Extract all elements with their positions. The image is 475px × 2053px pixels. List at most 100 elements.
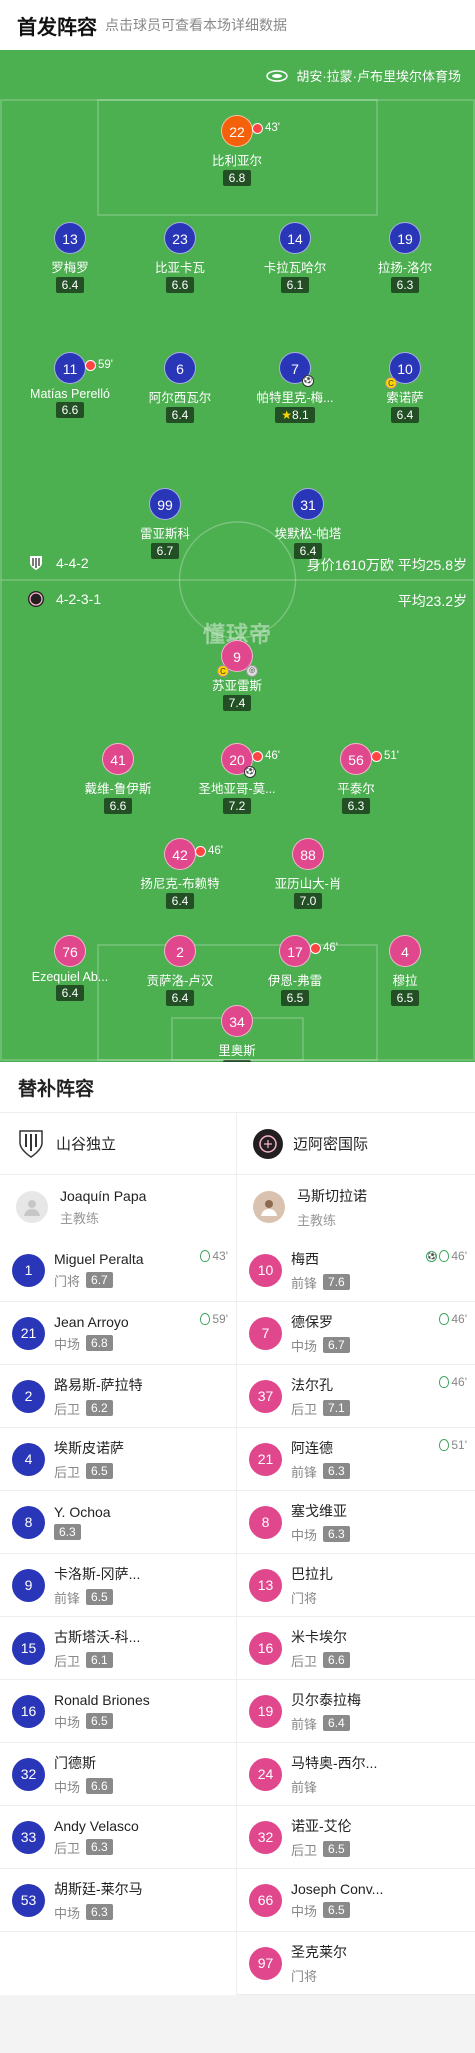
bench-player-row[interactable]: 8 塞戈维亚 中场 6.3	[237, 1491, 475, 1554]
player-name: 伊恩-弗雷	[267, 974, 323, 988]
bench-player-row[interactable]: 7 德保罗 中场 6.7 46'	[237, 1302, 475, 1365]
sub-in-indicator: 59'	[200, 1312, 228, 1326]
away-bench-team[interactable]: 迈阿密国际	[237, 1113, 475, 1175]
player-away[interactable]: 4 穆拉 6.5	[350, 935, 460, 1007]
player-name: 雷亚斯科	[139, 527, 190, 541]
bench-player-row[interactable]: 33 Andy Velasco 后卫 6.3	[0, 1806, 236, 1869]
away-formation: 4-2-3-1	[56, 591, 102, 607]
bench-player-row[interactable]: 37 法尔孔 后卫 7.1 46'	[237, 1365, 475, 1428]
bench-player-row[interactable]: 2 路易斯-萨拉特 后卫 6.2	[0, 1365, 236, 1428]
player-name: 梅西	[291, 1250, 319, 1267]
bench-player-row[interactable]: 53 胡斯廷-莱尔马 中场 6.3	[0, 1869, 236, 1932]
player-number: 42 46'	[164, 838, 223, 870]
player-rating: 6.8	[86, 1335, 113, 1351]
player-home[interactable]: 19 拉扬-洛尔 6.3	[350, 222, 460, 294]
player-home[interactable]: 22 43' 比利亚尔 6.8	[182, 115, 292, 187]
pitch: 胡安·拉蒙·卢布里埃尔体育场 懂球帝 4-4-2 身价1610万欧 平均25.8…	[0, 50, 475, 1062]
sub-out-icon	[252, 122, 263, 134]
bench-player-row[interactable]: 16 Ronald Briones 中场 6.5	[0, 1680, 236, 1743]
home-bench-team[interactable]: 山谷独立	[0, 1113, 236, 1175]
bench-player-row[interactable]: 9 卡洛斯-冈萨... 前锋 6.5	[0, 1554, 236, 1617]
player-home[interactable]: 7 ⚽ 帕特里克-梅... ★8.1	[240, 352, 350, 424]
player-meta: 后卫 6.2	[54, 1399, 143, 1418]
home-coach[interactable]: Joaquín Papa 主教练	[0, 1175, 236, 1239]
sub-time: 46'	[451, 1249, 467, 1263]
player-info: 马特奥-西尔... 前锋	[291, 1753, 377, 1796]
player-info: 卡洛斯-冈萨... 前锋 6.5	[54, 1564, 140, 1607]
player-home[interactable]: 23 比亚卡瓦 6.6	[125, 222, 235, 294]
bench-player-row[interactable]: 24 马特奥-西尔... 前锋	[237, 1743, 475, 1806]
bench-player-row[interactable]: 13 巴拉扎 门将	[237, 1554, 475, 1617]
player-away[interactable]: 41 戴维-鲁伊斯 6.6	[63, 743, 173, 815]
player-away[interactable]: 42 46' 扬尼克-布赖特 6.4	[125, 838, 235, 910]
away-bench: 迈阿密国际 马斯切拉诺 主教练 10 梅西 前锋 7.6 ⚽ 46' 7 德保罗 中场 6.7 46…	[237, 1113, 475, 1995]
player-position: 中场	[54, 1779, 81, 1795]
player-rating: 6.3	[341, 798, 371, 814]
player-rating: 6.8	[222, 170, 252, 186]
bench-player-row[interactable]: 16 米卡埃尔 后卫 6.6	[237, 1617, 475, 1680]
player-number: 15	[12, 1631, 45, 1665]
player-meta: 前锋 6.5	[54, 1588, 140, 1607]
player-away[interactable]: 76 Ezequiel Ab... 6.4	[15, 935, 125, 1002]
player-away[interactable]: 17 46' 伊恩-弗雷 6.5	[240, 935, 350, 1007]
player-position: 前锋	[291, 1716, 318, 1732]
player-away[interactable]: 2 贡萨洛-卢汉 6.4	[125, 935, 235, 1007]
sub-out-icon	[85, 359, 96, 371]
player-name: 比利亚尔	[211, 154, 262, 168]
bench-player-row[interactable]: 10 梅西 前锋 7.6 ⚽ 46'	[237, 1239, 475, 1302]
bench-player-row[interactable]: 66 Joseph Conv... 中场 6.5	[237, 1869, 475, 1932]
bench-player-row[interactable]: 21 Jean Arroyo 中场 6.8 59'	[0, 1302, 236, 1365]
player-info: Y. Ochoa 6.3	[54, 1504, 111, 1540]
player-away[interactable]: 20 46' ⚽ 圣地亚哥-莫... 7.2	[182, 743, 292, 815]
bench-player-row[interactable]: 15 古斯塔沃-科... 后卫 6.1	[0, 1617, 236, 1680]
player-position: 门将	[291, 1590, 318, 1606]
player-home[interactable]: 14 卡拉瓦哈尔 6.1	[240, 222, 350, 294]
sub-in-icon	[439, 1250, 450, 1262]
player-number: 9 C ◎	[217, 640, 258, 677]
sub-time: 51'	[384, 750, 399, 762]
player-away[interactable]: 56 51' 平泰尔 6.3	[301, 743, 411, 815]
player-meta: 中场 6.5	[54, 1712, 150, 1731]
player-position: 后卫	[54, 1653, 81, 1669]
bench-player-row[interactable]: 97 圣克莱尔 门将	[237, 1932, 475, 1995]
coach-role: 主教练	[297, 1212, 337, 1228]
bench-player-row[interactable]: 32 门德斯 中场 6.6	[0, 1743, 236, 1806]
player-away[interactable]: 9 C ◎ 苏亚雷斯 7.4	[182, 640, 292, 712]
rating-value: 6.6	[61, 403, 79, 417]
player-home[interactable]: 6 阿尔西瓦尔 6.4	[125, 352, 235, 424]
player-number: 34	[221, 1005, 253, 1037]
sub-indicator: 43'	[252, 112, 280, 144]
player-home[interactable]: 31 埃默松-帕塔 6.4	[253, 488, 363, 560]
bench-player-row[interactable]: 32 诺亚-艾伦 后卫 6.5	[237, 1806, 475, 1869]
bench-player-row[interactable]: 1 Miguel Peralta 门将 6.7 43'	[0, 1239, 236, 1302]
player-info: Miguel Peralta 门将 6.7	[54, 1251, 144, 1290]
away-team-logo	[253, 1128, 283, 1159]
player-rating: 7.1	[323, 1400, 350, 1416]
player-home[interactable]: 11 59' Matías Perelló 6.6	[15, 352, 125, 419]
player-number: 33	[12, 1820, 45, 1854]
player-name: 路易斯-萨拉特	[54, 1376, 143, 1393]
bench-player-row[interactable]: 19 贝尔泰拉梅 前锋 6.4	[237, 1680, 475, 1743]
player-rating: 6.4	[323, 1715, 350, 1731]
player-rating: 6.4	[390, 407, 420, 423]
away-coach[interactable]: 马斯切拉诺 主教练	[237, 1175, 475, 1239]
sub-time: 46'	[451, 1312, 467, 1326]
player-home[interactable]: 99 雷亚斯科 6.7	[110, 488, 220, 560]
sub-in-indicator: 51'	[439, 1438, 467, 1452]
player-away[interactable]: 88 亚历山大-肖 7.0	[253, 838, 363, 910]
player-home[interactable]: 13 罗梅罗 6.4	[15, 222, 125, 294]
bench-player-row[interactable]: 21 阿连德 前锋 6.3 51'	[237, 1428, 475, 1491]
player-number: 88	[292, 838, 324, 870]
player-home[interactable]: 10 C 索诺萨 6.4	[350, 352, 460, 424]
player-rating: 6.3	[323, 1526, 350, 1542]
player-number-text: 22	[229, 124, 245, 140]
player-position: 前锋	[291, 1275, 318, 1291]
player-number-text: 41	[110, 752, 126, 768]
bench-player-row[interactable]: 8 Y. Ochoa 6.3	[0, 1491, 236, 1554]
bench-player-row[interactable]: 4 埃斯皮诺萨 后卫 6.5	[0, 1428, 236, 1491]
player-position: 中场	[291, 1527, 318, 1543]
player-rating: 6.1	[280, 277, 310, 293]
player-rating: 7.4	[222, 695, 252, 711]
player-number: 6	[164, 352, 196, 384]
player-away[interactable]: 34 里奥斯 6.9	[182, 1005, 292, 1062]
